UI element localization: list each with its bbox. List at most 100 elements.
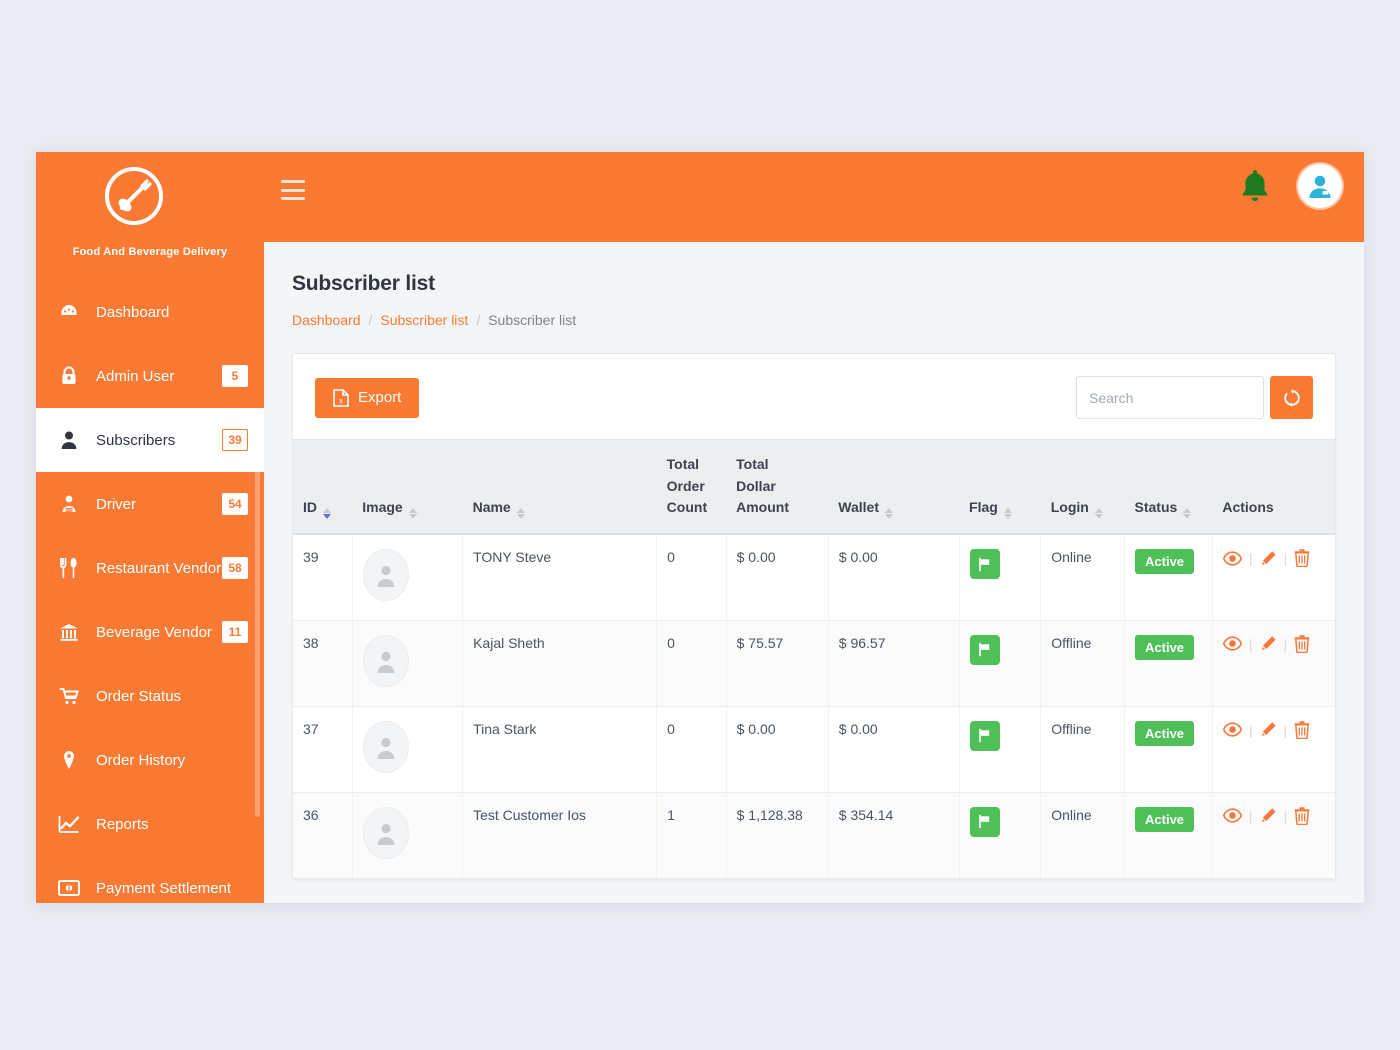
money-icon [56, 880, 82, 896]
view-icon[interactable] [1222, 636, 1242, 651]
column-header-total-dollar-amount: Total Dollar Amount [726, 439, 829, 536]
column-header-label: Actions [1222, 499, 1274, 516]
flag-button[interactable] [969, 634, 1000, 665]
column-header-id[interactable]: ID [293, 439, 353, 536]
sort-indicator[interactable] [516, 508, 525, 520]
view-icon[interactable] [1222, 808, 1242, 823]
status-badge: Active [1135, 549, 1195, 575]
page-header: Subscriber list Dashboard / Subscriber lis… [264, 242, 1364, 328]
breadcrumb-item[interactable]: Dashboard [292, 312, 361, 328]
sidebar-item-payment-settlement[interactable]: Payment Settlement [36, 856, 264, 903]
row-actions: | | [1222, 549, 1327, 568]
edit-icon[interactable] [1260, 807, 1277, 824]
action-separator: | [1283, 807, 1288, 824]
cell-image [352, 534, 464, 621]
cell-image [352, 620, 464, 707]
sidebar-item-label: Restaurant Vendor [96, 559, 222, 577]
sidebar-item-badge: 39 [222, 429, 248, 451]
status-badge: Active [1135, 806, 1195, 832]
avatar-placeholder-icon [362, 634, 409, 687]
sidebar-item-admin-user[interactable]: Admin User 5 [36, 344, 264, 408]
sidebar-item-label: Payment Settlement [96, 879, 232, 897]
sort-indicator[interactable] [1183, 508, 1192, 520]
user-avatar-icon[interactable] [1298, 164, 1342, 208]
hamburger-icon[interactable] [281, 180, 305, 200]
cell-status: Active [1124, 706, 1213, 793]
flag-button[interactable] [969, 549, 1000, 580]
view-icon[interactable] [1222, 550, 1242, 566]
delete-icon[interactable] [1294, 549, 1310, 568]
sort-indicator[interactable] [1003, 508, 1012, 520]
table-header-row: ID Image Name Total Order Count Total Dollar… [293, 439, 1335, 536]
cell-flag [959, 792, 1042, 879]
search-input[interactable] [1076, 376, 1264, 419]
flag-button[interactable] [969, 720, 1000, 751]
sidebar-item-reports[interactable]: Reports [36, 792, 264, 856]
cell-name: Kajal Sheth [462, 620, 658, 707]
cell-image [352, 792, 464, 879]
view-icon[interactable] [1222, 722, 1242, 737]
sidebar-item-order-status[interactable]: Order Status [36, 664, 264, 728]
delete-icon[interactable] [1294, 634, 1310, 653]
column-header-name[interactable]: Name [462, 439, 657, 536]
cell-actions: | | [1212, 706, 1335, 793]
breadcrumb-item[interactable]: Subscriber list [380, 312, 468, 328]
cell-wallet: $ 96.57 [828, 620, 960, 707]
svg-text:x: x [339, 398, 343, 405]
cell-login: Online [1040, 534, 1126, 621]
sidebar-item-badge: 11 [222, 621, 248, 643]
delete-icon[interactable] [1294, 806, 1310, 825]
cell-actions: | | [1212, 620, 1335, 707]
action-separator: | [1248, 807, 1253, 824]
cell-wallet: $ 0.00 [828, 706, 960, 793]
export-button[interactable]: x Export [315, 377, 420, 418]
cell-total-dollar-amount: $ 0.00 [726, 534, 829, 621]
edit-icon[interactable] [1260, 550, 1277, 567]
edit-icon[interactable] [1260, 721, 1277, 738]
card-toolbar: x Export [293, 354, 1335, 439]
action-separator: | [1283, 550, 1288, 567]
table-row: 36 Test Customer Ios 1 $ 1,128.38 $ 354.14 On… [293, 792, 1335, 879]
refresh-button[interactable] [1270, 376, 1313, 419]
sidebar-item-restaurant-vendor[interactable]: Restaurant Vendor 58 [36, 536, 264, 600]
edit-icon[interactable] [1260, 635, 1277, 652]
sort-indicator-active[interactable] [323, 508, 331, 520]
fork-spoon-circle-logo [105, 167, 163, 225]
sidebar-item-dashboard[interactable]: Dashboard [36, 280, 264, 344]
refresh-icon [1283, 388, 1300, 407]
action-separator: | [1248, 721, 1253, 738]
column-header-login[interactable]: Login [1040, 439, 1125, 536]
brand-block [36, 152, 264, 242]
sidebar-item-order-history[interactable]: Order History [36, 728, 264, 792]
sidebar-item-label: Order History [96, 751, 186, 769]
sidebar-item-badge: 54 [222, 493, 248, 515]
flag-button[interactable] [969, 806, 1000, 837]
cell-total-order-count: 0 [656, 620, 727, 707]
sort-indicator[interactable] [1094, 508, 1103, 520]
delete-icon[interactable] [1294, 720, 1310, 739]
cell-wallet: $ 0.00 [828, 534, 960, 621]
cell-total-dollar-amount: $ 0.00 [726, 706, 829, 793]
sort-indicator[interactable] [885, 508, 893, 520]
cell-actions: | | [1212, 534, 1335, 621]
column-header-image[interactable]: Image [352, 439, 463, 536]
status-badge: Active [1135, 634, 1195, 660]
subscribers-table: ID Image Name Total Order Count Total Dollar… [293, 439, 1335, 879]
sidebar-item-beverage-vendor[interactable]: Beverage Vendor 11 [36, 600, 264, 664]
avatar-placeholder-icon [362, 549, 409, 602]
column-header-flag[interactable]: Flag [959, 439, 1041, 536]
main-content: Subscriber list Dashboard / Subscriber lis… [264, 242, 1364, 903]
page-title: Subscriber list [292, 272, 435, 295]
column-header-label: Name [472, 499, 511, 516]
cell-wallet: $ 354.14 [828, 792, 960, 879]
cell-id: 36 [293, 792, 353, 879]
sidebar-scrollbar[interactable] [255, 427, 260, 817]
column-header-status[interactable]: Status [1124, 439, 1213, 536]
lock-user-icon [56, 366, 82, 386]
sort-indicator[interactable] [408, 508, 417, 520]
column-header-actions: Actions [1212, 439, 1335, 536]
column-header-wallet[interactable]: Wallet [828, 439, 960, 536]
sidebar-item-subscribers[interactable]: Subscribers 39 [36, 408, 264, 472]
sidebar-item-driver[interactable]: Driver 54 [36, 472, 264, 536]
bell-icon[interactable] [1238, 168, 1272, 204]
